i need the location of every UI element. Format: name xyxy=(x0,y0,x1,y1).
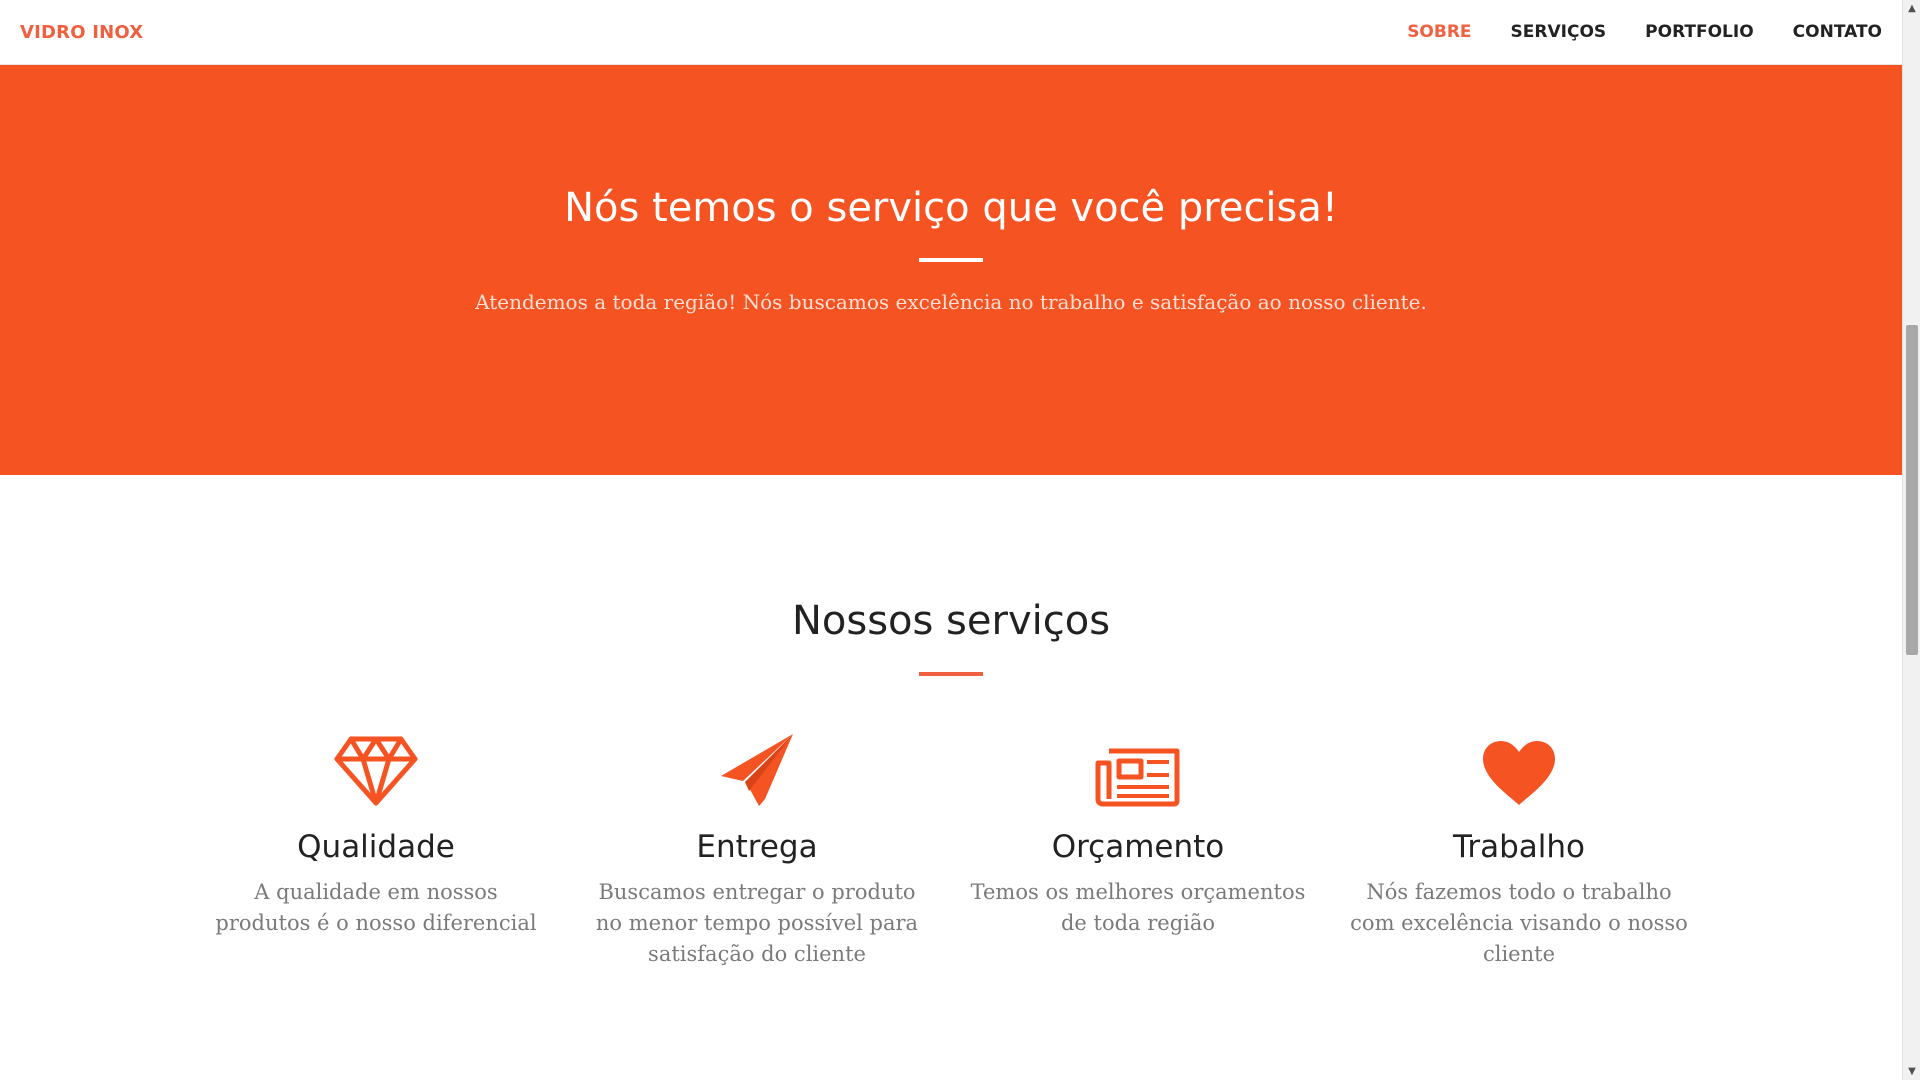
service-title: Trabalho xyxy=(1452,829,1586,865)
paper-plane-icon xyxy=(587,725,927,807)
nav-link-servicos[interactable]: SERVIÇOS xyxy=(1511,22,1607,42)
service-description: Buscamos entregar o produto no menor tem… xyxy=(595,880,919,966)
vertical-scrollbar[interactable]: ▲ ▼ xyxy=(1902,0,1920,1080)
brand-logo-link[interactable]: VIDRO INOX xyxy=(20,22,143,43)
service-orcamento: Orçamento Temos os melhores orçamentos d… xyxy=(968,725,1308,939)
services-section: Nossos serviços Qualidade A qualidade em… xyxy=(0,475,1902,1080)
scroll-down-arrow-icon[interactable]: ▼ xyxy=(1903,1063,1920,1080)
service-description: Nós fazemos todo o trabalho com excelênc… xyxy=(1350,880,1688,966)
service-description: A qualidade em nossos produtos é o nosso… xyxy=(215,880,537,935)
nav-link-contato[interactable]: CONTATO xyxy=(1793,22,1882,42)
about-divider xyxy=(919,258,983,262)
services-title: Nossos serviços xyxy=(791,598,1111,644)
service-trabalho: Trabalho Nós fazemos todo o trabalho com… xyxy=(1349,725,1689,970)
service-title: Orçamento xyxy=(1051,829,1225,865)
scrollbar-thumb[interactable] xyxy=(1906,325,1918,655)
services-divider xyxy=(919,672,983,676)
service-description: Temos os melhores orçamentos de toda reg… xyxy=(970,880,1306,935)
about-title: Nós temos o serviço que você precisa! xyxy=(564,185,1338,231)
service-qualidade: Qualidade A qualidade em nossos produtos… xyxy=(206,725,546,939)
diamond-icon xyxy=(206,725,546,807)
nav-link-portfolio[interactable]: PORTFOLIO xyxy=(1645,22,1754,42)
navbar: VIDRO INOX SOBRE SERVIÇOS PORTFOLIO CONT… xyxy=(0,0,1902,65)
service-entrega: Entrega Buscamos entregar o produto no m… xyxy=(587,725,927,970)
newspaper-icon xyxy=(968,725,1308,807)
service-title: Qualidade xyxy=(297,829,455,865)
about-section: Nós temos o serviço que você precisa! At… xyxy=(0,65,1902,475)
service-title: Entrega xyxy=(696,829,818,865)
scroll-up-arrow-icon[interactable]: ▲ xyxy=(1903,0,1920,17)
main-nav: SOBRE SERVIÇOS PORTFOLIO CONTATO xyxy=(1368,22,1882,42)
nav-link-sobre[interactable]: SOBRE xyxy=(1407,22,1471,42)
heart-icon xyxy=(1349,725,1689,807)
about-text: Atendemos a toda região! Nós buscamos ex… xyxy=(475,290,1427,314)
